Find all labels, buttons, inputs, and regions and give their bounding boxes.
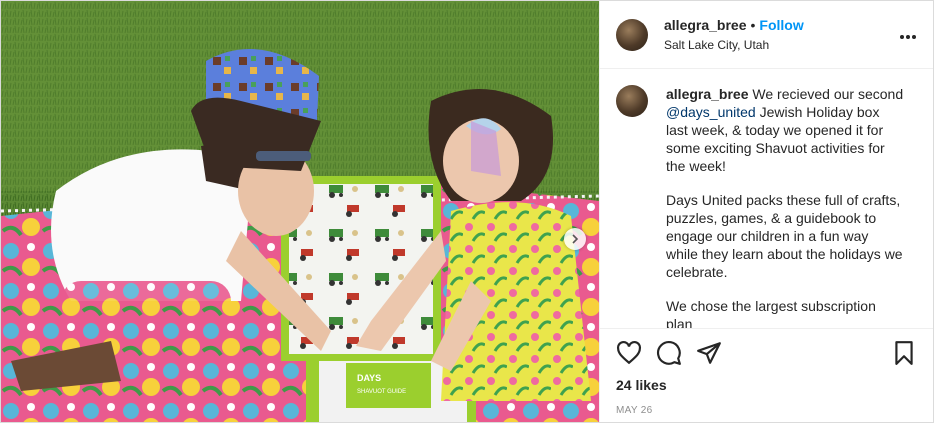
follow-button[interactable]: Follow bbox=[759, 17, 803, 33]
bookmark-icon[interactable] bbox=[891, 340, 917, 366]
post-sidebar: allegra_bree • Follow Salt Lake City, Ut… bbox=[599, 1, 933, 422]
caption-avatar[interactable] bbox=[616, 85, 648, 117]
separator-dot: • bbox=[750, 17, 756, 33]
action-icons bbox=[616, 329, 917, 377]
more-options-icon bbox=[900, 35, 916, 39]
photo-illustration: DAYS SHAVUOT GUIDE bbox=[1, 1, 599, 422]
header-info: allegra_bree • Follow Salt Lake City, Ut… bbox=[664, 17, 804, 52]
caption-paragraph-3: We chose the largest subscription plan bbox=[666, 298, 876, 328]
caption-paragraph-1: allegra_bree We recieved our second @day… bbox=[666, 85, 904, 175]
chevron-right-icon bbox=[572, 234, 579, 244]
likes-count[interactable]: 24 likes bbox=[616, 377, 917, 393]
comments-area[interactable]: allegra_bree We recieved our second @day… bbox=[600, 69, 933, 328]
box-guide-subtitle: SHAVUOT GUIDE bbox=[357, 389, 406, 395]
location-link[interactable]: Salt Lake City, Utah bbox=[664, 38, 804, 52]
share-icon[interactable] bbox=[696, 340, 722, 366]
instagram-post: DAYS SHAVUOT GUIDE allegra_bree • Follow… bbox=[0, 0, 934, 423]
post-date[interactable]: MAY 26 bbox=[616, 405, 917, 416]
more-options-button[interactable] bbox=[899, 24, 917, 45]
post-actions: 24 likes MAY 26 bbox=[600, 328, 933, 422]
mention-link[interactable]: @days_united bbox=[666, 104, 756, 120]
box-guide-title: DAYS bbox=[357, 373, 381, 383]
heart-icon[interactable] bbox=[616, 340, 642, 366]
next-photo-button[interactable] bbox=[564, 228, 586, 250]
post-header: allegra_bree • Follow Salt Lake City, Ut… bbox=[600, 1, 933, 69]
post-photo[interactable]: DAYS SHAVUOT GUIDE bbox=[1, 1, 599, 422]
comment-icon[interactable] bbox=[656, 340, 682, 366]
username-link[interactable]: allegra_bree bbox=[664, 17, 747, 33]
caption-paragraph-2: Days United packs these full of crafts, … bbox=[666, 192, 903, 280]
caption-text: allegra_bree We recieved our second @day… bbox=[666, 85, 904, 328]
caption-text-start: We recieved our second bbox=[752, 86, 904, 102]
avatar[interactable] bbox=[616, 18, 648, 51]
header-row: allegra_bree • Follow bbox=[664, 17, 804, 33]
caption-username-link[interactable]: allegra_bree bbox=[666, 86, 749, 102]
